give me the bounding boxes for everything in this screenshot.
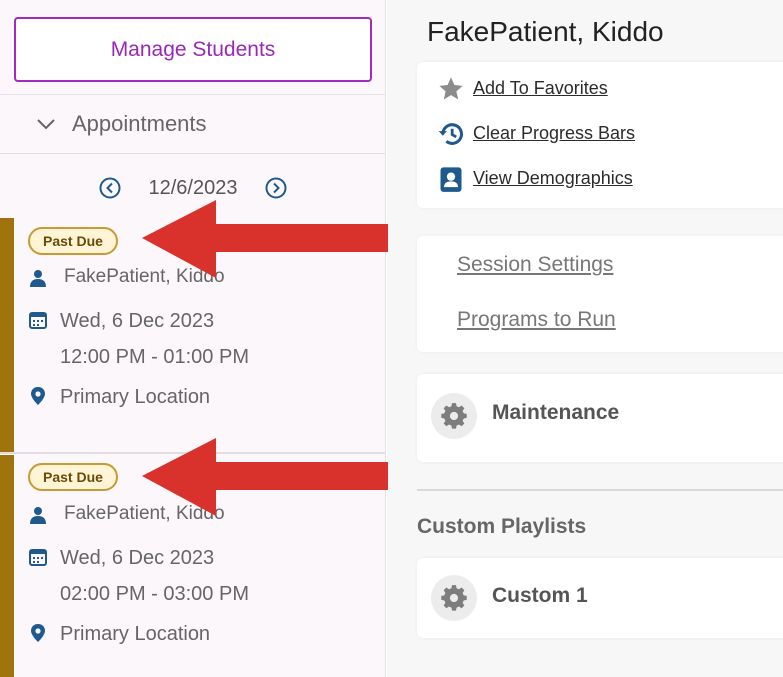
programs-to-run-link[interactable]: Programs to Run <box>457 308 616 332</box>
time-row: 02:00 PM - 03:00 PM <box>0 581 385 607</box>
date-row: Wed, 6 Dec 2023 <box>0 308 385 334</box>
custom-1-label: Custom 1 <box>492 584 588 607</box>
view-demographics-link[interactable]: View Demographics <box>440 167 633 192</box>
appointment-time: 02:00 PM - 03:00 PM <box>60 583 249 605</box>
status-badge: Past Due <box>28 227 118 255</box>
time-row: 12:00 PM - 01:00 PM <box>0 344 385 370</box>
maintenance-gear-badge <box>431 393 477 439</box>
session-panel: Session Settings Programs to Run <box>417 236 783 352</box>
appointments-sidebar: Manage Students Appointments 12/6/2023 P… <box>0 0 386 677</box>
appointment-time: 12:00 PM - 01:00 PM <box>60 346 249 368</box>
next-day-icon[interactable] <box>265 177 287 199</box>
patient-detail-panel: FakePatient, Kiddo Add To Favorites Clea… <box>387 0 783 677</box>
add-to-favorites-label: Add To Favorites <box>473 78 608 98</box>
patient-title: FakePatient, Kiddo <box>427 16 664 47</box>
location-row: Primary Location <box>0 621 385 647</box>
status-badge: Past Due <box>28 463 118 491</box>
contact-book-icon <box>440 167 462 192</box>
appointment-date: Wed, 6 Dec 2023 <box>60 310 215 332</box>
previous-day-icon[interactable] <box>99 177 121 199</box>
chevron-down-icon <box>37 119 55 130</box>
appointments-accordion-header[interactable]: Appointments <box>0 94 385 154</box>
location-pin-icon <box>31 624 45 642</box>
custom-playlist-item[interactable]: Custom 1 <box>417 558 783 638</box>
gear-icon <box>441 585 467 611</box>
person-icon <box>30 270 46 287</box>
section-divider <box>417 489 783 491</box>
red-arrow-annotation <box>142 200 388 278</box>
view-demographics-label: View Demographics <box>473 168 633 188</box>
maintenance-label: Maintenance <box>492 401 620 424</box>
status-bar <box>0 218 14 454</box>
maintenance-panel[interactable]: Maintenance <box>417 374 783 462</box>
manage-students-button[interactable]: Manage Students <box>14 17 372 82</box>
current-date: 12/6/2023 <box>148 176 238 199</box>
clear-progress-bars-link[interactable]: Clear Progress Bars <box>438 123 636 145</box>
appointment-location: Primary Location <box>60 386 211 408</box>
appointment-location: Primary Location <box>60 623 211 645</box>
custom-playlists-heading: Custom Playlists <box>417 515 587 538</box>
patient-actions-panel: Add To Favorites Clear Progress Bars Vie… <box>417 62 783 208</box>
session-settings-link[interactable]: Session Settings <box>457 253 613 277</box>
appointment-date: Wed, 6 Dec 2023 <box>60 547 215 569</box>
calendar-icon <box>29 312 47 329</box>
clear-progress-bars-label: Clear Progress Bars <box>473 123 636 143</box>
star-icon <box>439 77 463 100</box>
add-to-favorites-link[interactable]: Add To Favorites <box>439 77 608 100</box>
history-icon <box>438 123 463 145</box>
custom-gear-badge <box>431 575 477 621</box>
calendar-icon <box>29 549 47 566</box>
appointments-label: Appointments <box>72 111 207 136</box>
red-arrow-annotation <box>142 438 388 516</box>
location-row: Primary Location <box>0 384 385 410</box>
date-row: Wed, 6 Dec 2023 <box>0 545 385 571</box>
gear-icon <box>441 403 467 429</box>
person-icon <box>30 507 46 524</box>
location-pin-icon <box>31 387 45 405</box>
